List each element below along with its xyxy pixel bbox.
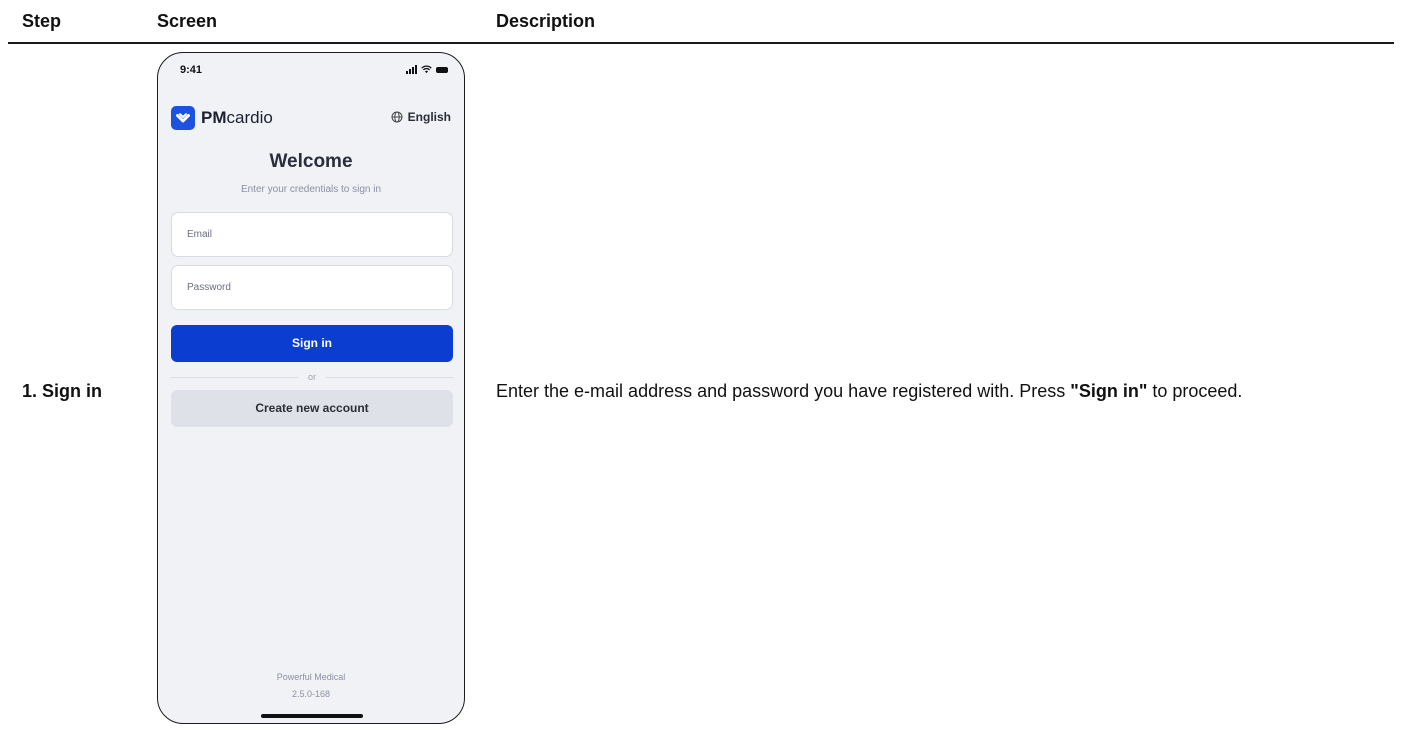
phone-screen: 9:41 PMcardio English Welcome Enter your: [157, 52, 465, 724]
page-title: Welcome: [269, 151, 353, 172]
header-step: Step: [22, 11, 62, 31]
signal-icon: [406, 65, 417, 74]
step-description: Enter the e-mail address and password yo…: [496, 381, 1242, 402]
footer-version: 2.5.0-168: [291, 689, 331, 699]
create-account-button[interactable]: Create new account: [171, 390, 453, 427]
pmcardio-logo: PMcardio: [171, 106, 273, 130]
table-header: Step Screen Description: [0, 0, 1401, 44]
description-text-end: to proceed.: [1147, 381, 1243, 401]
status-icons: [406, 64, 448, 74]
status-time: 9:41: [180, 64, 203, 76]
logo-text: PMcardio: [201, 108, 273, 127]
step-label: 1. Sign in: [22, 381, 103, 401]
heart-logo-icon: [171, 106, 195, 130]
header-divider: [8, 42, 1394, 44]
header-description: Description: [496, 11, 596, 31]
language-selector[interactable]: English: [391, 110, 451, 124]
home-indicator[interactable]: [261, 714, 363, 718]
battery-icon: [436, 67, 448, 73]
header-screen: Screen: [157, 11, 218, 31]
footer-company: Powerful Medical: [276, 672, 346, 682]
or-label: or: [308, 372, 317, 382]
description-text-start: Enter the e-mail address and password yo…: [496, 381, 1071, 401]
password-field[interactable]: Password: [171, 265, 453, 310]
wifi-icon: [421, 65, 432, 74]
or-divider: or: [171, 370, 454, 384]
sign-in-button[interactable]: Sign in: [171, 325, 453, 362]
language-label: English: [407, 110, 451, 124]
email-field[interactable]: Email: [171, 212, 453, 257]
page-subtitle: Enter your credentials to sign in: [240, 184, 382, 195]
description-emphasis: "Sign in": [1070, 381, 1148, 401]
globe-icon: [391, 111, 403, 123]
